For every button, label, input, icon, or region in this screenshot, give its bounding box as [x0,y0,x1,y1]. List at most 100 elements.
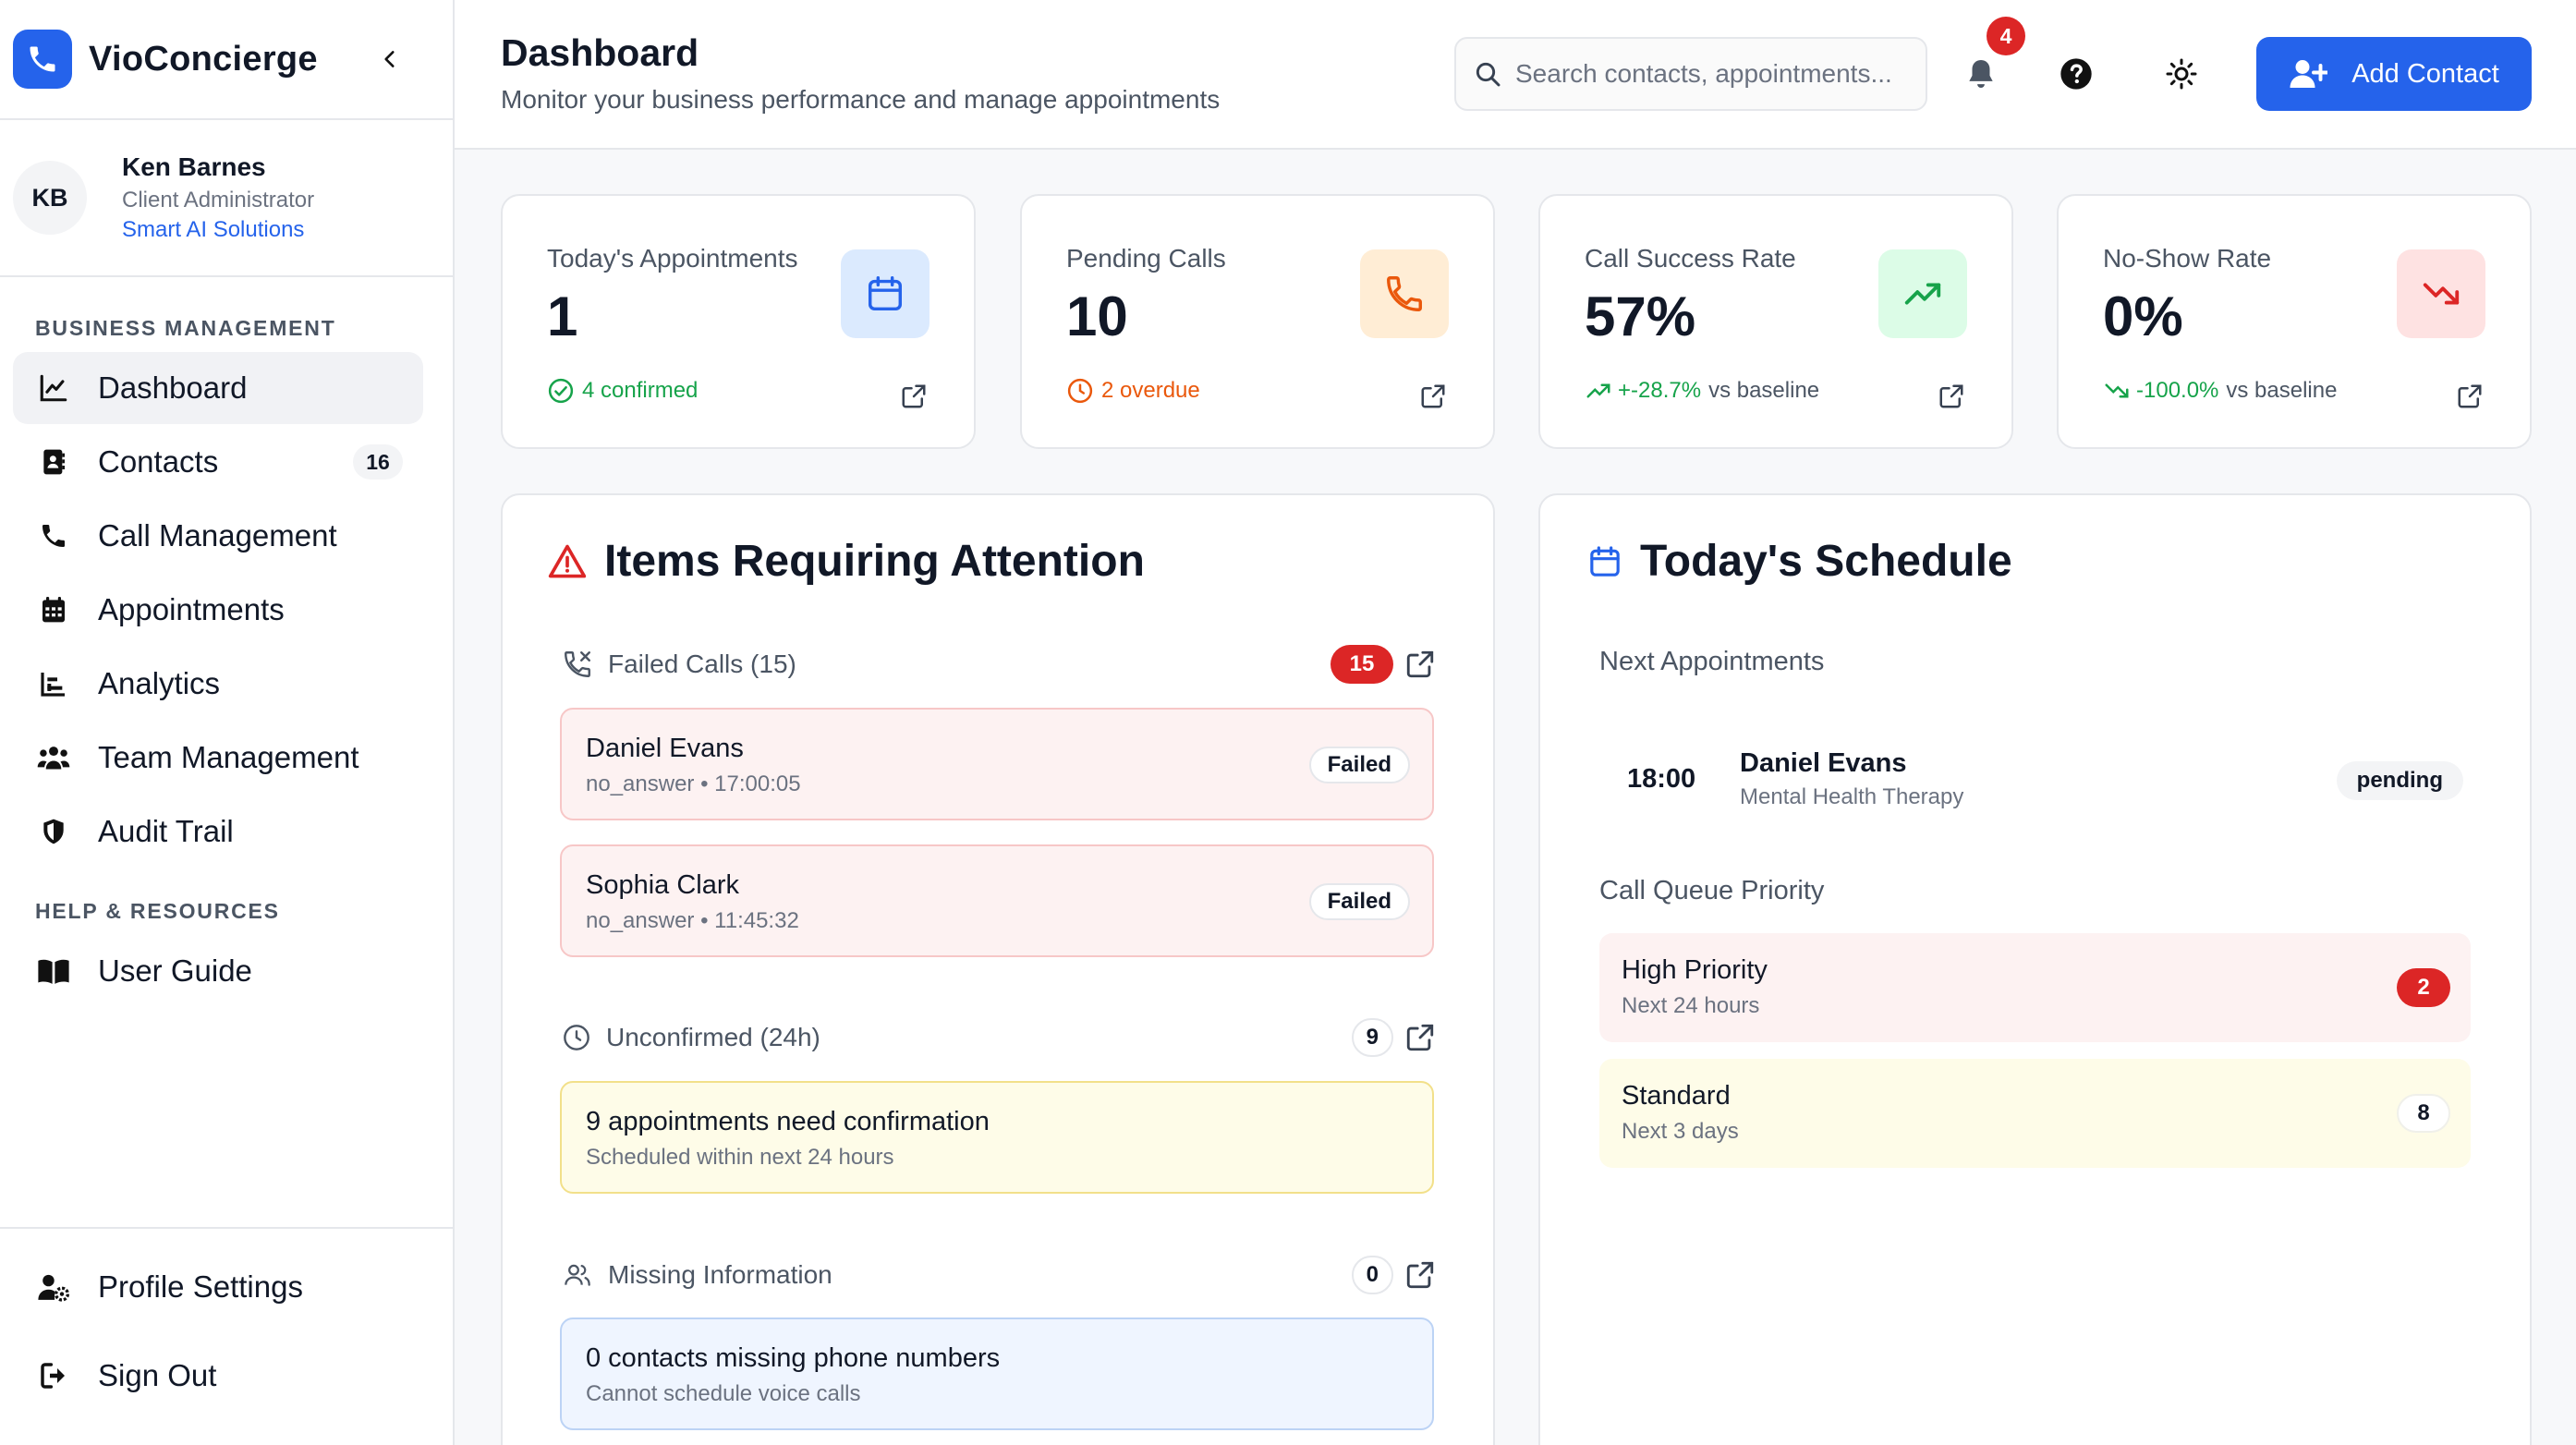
sidebar-item-user-guide[interactable]: User Guide [13,935,423,1007]
stat-footnote-muted: vs baseline [1708,378,1820,403]
sidebar-item-label: Call Management [98,518,337,552]
add-contact-button[interactable]: Add Contact [2256,37,2532,111]
book-icon [37,954,70,988]
stat-card-pending-calls: Pending Calls 10 2 overdue [1020,194,1495,449]
collapse-sidebar-button[interactable] [371,41,408,78]
stat-footnote: +-28.7% [1618,378,1702,403]
search-input[interactable] [1515,59,1922,89]
trend-down-icon [2397,249,2485,338]
unconfirmed-sub: Scheduled within next 24 hours [586,1145,894,1170]
queue-standard[interactable]: Standard Next 3 days 8 [1599,1059,2471,1168]
user-profile: KB Ken Barnes Client Administrator Smart… [0,120,453,277]
next-appointments-label: Next Appointments [1599,647,1825,676]
sidebar-item-profile-settings[interactable]: Profile Settings [13,1251,423,1323]
sidebar-item-label: Appointments [98,592,285,626]
missing-info-count: 0 [1351,1256,1393,1294]
help-button[interactable] [2048,46,2104,102]
call-detail: no_answer • 17:00:05 [586,771,801,796]
external-link-icon[interactable] [2454,381,2485,412]
appointment-name: Daniel Evans [1740,747,1907,778]
sidebar-item-audit-trail[interactable]: Audit Trail [13,795,423,868]
failed-call-item[interactable]: Daniel Evans no_answer • 17:00:05 Failed [560,708,1434,820]
users-outline-icon [565,1264,590,1286]
section-title-business: BUSINESS MANAGEMENT [35,316,336,340]
external-link-icon[interactable] [898,381,930,412]
sidebar-item-analytics[interactable]: Analytics [13,648,423,720]
stat-label: Call Success Rate [1585,244,1796,273]
failed-call-item[interactable]: Sophia Clark no_answer • 11:45:32 Failed [560,844,1434,957]
status-badge: Failed [1308,747,1410,783]
phone-icon [37,519,70,552]
sidebar-footer: Profile Settings Sign Out [0,1227,453,1414]
bell-icon [1969,59,1993,89]
external-link-icon[interactable] [1936,381,1967,412]
status-badge: Failed [1308,883,1410,920]
phone-missed-icon [565,651,590,677]
contact-name: Daniel Evans [586,734,744,763]
call-queue-label: Call Queue Priority [1599,876,1825,905]
failed-calls-count: 15 [1331,645,1393,684]
sidebar-item-contacts[interactable]: Contacts 16 [13,426,423,498]
stat-label: No-Show Rate [2103,244,2272,273]
calendar-icon [1590,545,1620,577]
attention-title: Items Requiring Attention [604,537,1145,586]
sidebar-item-label: Profile Settings [98,1269,303,1304]
queue-count: 2 [2397,968,2450,1007]
sidebar-item-label: Analytics [98,666,221,700]
external-link-icon[interactable] [1404,649,1436,680]
notifications-button[interactable]: 4 [1953,17,2025,102]
missing-info-item[interactable]: 0 contacts missing phone numbers Cannot … [560,1318,1434,1430]
notification-count-badge: 4 [1987,17,2025,55]
sidebar-item-sign-out[interactable]: Sign Out [13,1340,423,1412]
shield-icon [37,815,70,848]
page-subtitle: Monitor your business performance and ma… [501,85,1221,114]
external-link-icon[interactable] [1404,1022,1436,1053]
external-link-icon[interactable] [1417,381,1449,412]
sidebar-item-label: Dashboard [98,370,248,405]
user-name: Ken Barnes [122,152,266,181]
missing-info-label: Missing Information [608,1260,832,1289]
sidebar-item-label: Contacts [98,444,219,479]
trend-up-small-icon [1586,383,1610,398]
sidebar-item-appointments[interactable]: Appointments [13,574,423,646]
failed-calls-label: Failed Calls (15) [608,650,796,678]
trend-down-small-icon [2105,383,2129,398]
queue-count: 8 [2397,1094,2450,1133]
search-box[interactable] [1454,37,1927,111]
user-cog-icon [37,1270,70,1304]
calendar-icon [841,249,930,338]
avatar: KB [13,161,87,235]
check-circle-icon [548,378,574,404]
theme-toggle-button[interactable] [2154,46,2209,102]
sidebar-item-label: Team Management [98,740,359,774]
stat-value: 1 [547,285,578,347]
attention-panel: Items Requiring Attention Failed Calls (… [501,493,1495,1445]
unconfirmed-item[interactable]: 9 appointments need confirmation Schedul… [560,1081,1434,1194]
external-link-icon[interactable] [1404,1259,1436,1291]
user-plus-icon [2290,60,2328,88]
queue-high-priority[interactable]: High Priority Next 24 hours 2 [1599,933,2471,1042]
trend-up-icon [1878,249,1967,338]
sidebar-item-team-management[interactable]: Team Management [13,722,423,794]
unconfirmed-label: Unconfirmed (24h) [606,1023,820,1051]
address-book-icon [37,445,70,479]
stat-label: Pending Calls [1066,244,1226,273]
main-content: Dashboard Monitor your business performa… [455,0,2576,1445]
brand-name: VioConcierge [89,39,318,79]
contacts-count-badge: 16 [353,444,403,480]
queue-sub: Next 24 hours [1622,993,1760,1018]
sun-icon [2166,58,2197,90]
sidebar-item-call-management[interactable]: Call Management [13,500,423,572]
brand-bar: VioConcierge [0,0,453,120]
page-title: Dashboard [501,31,699,74]
sidebar-item-label: User Guide [98,953,252,988]
sign-out-icon [37,1359,70,1392]
missing-info-title: 0 contacts missing phone numbers [586,1343,1001,1373]
call-detail: no_answer • 11:45:32 [586,908,799,933]
stat-footnote: -100.0% [2136,378,2219,403]
appointment-type: Mental Health Therapy [1740,783,1964,809]
schedule-panel: Today's Schedule Next Appointments 18:00… [1538,493,2532,1445]
missing-info-header: Missing Information 0 [562,1254,1436,1296]
sidebar-item-dashboard[interactable]: Dashboard [13,352,423,424]
appointment-row[interactable]: 18:00 Daniel Evans Mental Health Therapy… [1599,728,2471,830]
